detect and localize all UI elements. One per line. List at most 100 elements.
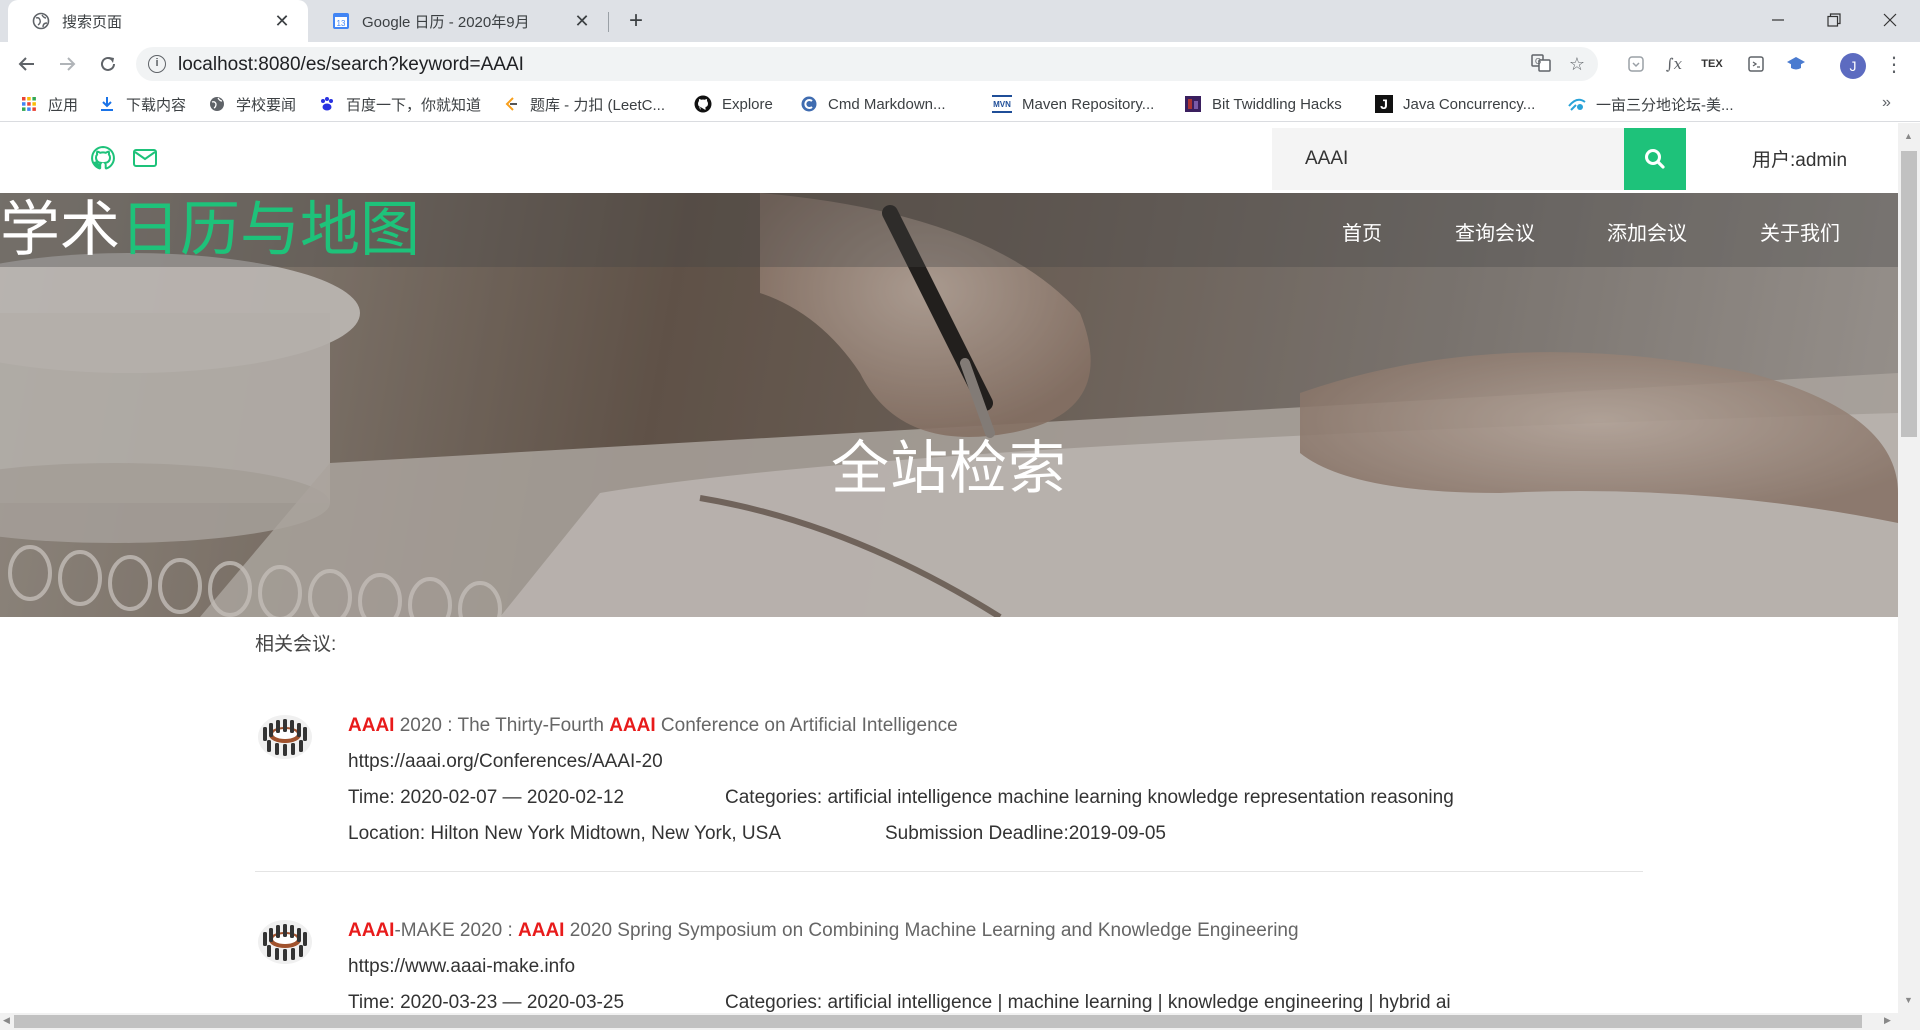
leetcode-icon xyxy=(502,95,520,113)
bookmark-github-explore[interactable]: Explore xyxy=(694,86,773,122)
site-search-button[interactable] xyxy=(1624,128,1686,190)
page-viewport: 用户:admin xyxy=(0,123,1898,1013)
bookmark-label: 百度一下，你就知道 xyxy=(346,96,482,114)
bookmark-java-concurrency[interactable]: J Java Concurrency... xyxy=(1375,86,1535,122)
site-info-icon[interactable]: i xyxy=(148,55,166,73)
bookmark-star-icon[interactable]: ☆ xyxy=(1566,53,1588,75)
nav-add-conference[interactable]: 添加会议 xyxy=(1607,217,1687,246)
keyword-highlight: AAAI xyxy=(518,920,565,941)
tab-search-page[interactable]: 搜索页面 ✕ xyxy=(8,0,308,42)
calendar-icon: 13 xyxy=(332,12,350,30)
extension-code-icon[interactable] xyxy=(1744,52,1768,76)
bookmark-label: 应用 xyxy=(48,96,79,114)
cmd-markdown-icon xyxy=(800,95,818,113)
minimize-button[interactable] xyxy=(1748,0,1808,40)
site-search-input[interactable] xyxy=(1272,128,1624,190)
result-location: Location: Hilton New York Midtown, New Y… xyxy=(348,823,781,844)
logo-text-white: 学术 xyxy=(0,196,120,263)
bookmark-label: Maven Repository... xyxy=(1022,95,1155,113)
bookmark-maven[interactable]: MVN Maven Repository... xyxy=(992,86,1154,122)
translate-icon[interactable]: G xyxy=(1530,53,1552,75)
baidu-paw-icon xyxy=(318,95,336,113)
horizontal-scroll-thumb[interactable] xyxy=(14,1015,1862,1028)
forum-icon xyxy=(1568,95,1586,113)
result-url[interactable]: https://www.aaai-make.info xyxy=(348,956,575,978)
nav-home[interactable]: 首页 xyxy=(1342,217,1382,246)
bookmark-label: Java Concurrency... xyxy=(1403,95,1536,113)
bookmark-label: Bit Twiddling Hacks xyxy=(1212,95,1342,113)
apps-grid-icon xyxy=(20,95,38,113)
profile-avatar[interactable]: J xyxy=(1840,53,1866,79)
tab-divider xyxy=(608,12,609,32)
result-url[interactable]: https://aaai.org/Conferences/AAAI-20 xyxy=(348,751,663,773)
globe-icon xyxy=(32,12,50,30)
title-text: Conference on Artificial Intelligence xyxy=(655,715,958,736)
extension-pocket-icon[interactable] xyxy=(1624,52,1648,76)
scroll-down-arrow-icon[interactable]: ▼ xyxy=(1904,995,1913,1005)
reload-button[interactable] xyxy=(94,50,122,78)
extension-tex-icon[interactable]: TEX xyxy=(1700,52,1724,76)
close-window-button[interactable] xyxy=(1860,0,1920,40)
bookmark-school-news[interactable]: 学校要闻 xyxy=(208,86,296,122)
user-label[interactable]: 用户:admin xyxy=(1752,145,1847,172)
site-logo[interactable]: 学术日历与地图 xyxy=(0,199,420,261)
scroll-left-arrow-icon[interactable]: ◀ xyxy=(3,1015,10,1026)
conference-table-icon xyxy=(258,715,312,759)
address-bar[interactable]: i localhost:8080/es/search?keyword=AAAI … xyxy=(136,47,1598,81)
arrow-left-icon xyxy=(18,57,34,71)
globe-icon xyxy=(208,95,226,113)
bookmarks-bar: 应用 下载内容 学校要闻 百度一下，你就知道 题库 - 力扣 (LeetC...… xyxy=(0,86,1920,122)
bookmark-baidu[interactable]: 百度一下，你就知道 xyxy=(318,86,481,122)
vertical-scroll-thumb[interactable] xyxy=(1901,151,1917,437)
svg-text:G: G xyxy=(1535,57,1541,66)
close-tab-icon[interactable]: ✕ xyxy=(272,11,292,31)
title-text: 2020 : The Thirty-Fourth xyxy=(394,715,610,736)
title-text: -MAKE 2020 : xyxy=(394,920,519,941)
result-categories: Categories: artificial intelligence mach… xyxy=(725,787,1454,808)
nav-about-us[interactable]: 关于我们 xyxy=(1760,217,1840,246)
bookmark-downloads[interactable]: 下载内容 xyxy=(98,86,186,122)
result-title-link[interactable]: AAAI-MAKE 2020 : AAAI 2020 Spring Sympos… xyxy=(348,920,1299,942)
bookmark-apps[interactable]: 应用 xyxy=(20,86,78,122)
vertical-scrollbar[interactable]: ▲ ▼ xyxy=(1898,123,1920,1013)
browser-toolbar: i localhost:8080/es/search?keyword=AAAI … xyxy=(0,42,1920,86)
mail-icon[interactable] xyxy=(132,145,158,171)
close-tab-icon[interactable]: ✕ xyxy=(572,11,592,31)
extension-formula-icon[interactable]: ∫x xyxy=(1662,52,1686,76)
result-categories: Categories: artificial intelligence | ma… xyxy=(725,992,1451,1013)
bookmark-bit-twiddling[interactable]: Bit Twiddling Hacks xyxy=(1184,86,1342,122)
result-deadline: Submission Deadline:2019-09-05 xyxy=(885,823,1166,844)
extension-graduation-icon[interactable] xyxy=(1784,52,1808,76)
title-text: 2020 Spring Symposium on Combining Machi… xyxy=(564,920,1299,941)
bookmark-label: 一亩三分地论坛-美... xyxy=(1596,96,1734,114)
nav-search-conferences[interactable]: 查询会议 xyxy=(1455,217,1535,246)
bookmark-cmd-markdown[interactable]: Cmd Markdown... xyxy=(800,86,946,122)
bookmark-leetcode[interactable]: 题库 - 力扣 (LeetC... xyxy=(502,86,665,122)
reload-icon xyxy=(101,56,115,71)
bookmark-label: Explore xyxy=(722,95,773,113)
bookmark-label: 学校要闻 xyxy=(236,96,297,114)
kebab-menu-icon[interactable]: ⋮ xyxy=(1882,52,1906,76)
search-icon xyxy=(1645,149,1665,169)
github-icon[interactable] xyxy=(90,145,116,171)
maven-icon: MVN xyxy=(992,95,1012,113)
tab-google-calendar[interactable]: 13 Google 日历 - 2020年9月 ✕ xyxy=(308,0,608,42)
scroll-up-arrow-icon[interactable]: ▲ xyxy=(1904,131,1913,141)
back-button[interactable] xyxy=(13,50,41,78)
restore-button[interactable] xyxy=(1804,0,1864,40)
hero-title: 全站检索 xyxy=(830,436,1067,501)
result-time: Time: 2020-02-07 — 2020-02-12 xyxy=(348,787,625,808)
bit-twiddling-icon xyxy=(1184,95,1202,113)
tab-title: 搜索页面 xyxy=(62,13,123,31)
url-text[interactable]: localhost:8080/es/search?keyword=AAAI xyxy=(178,54,524,76)
result-title-link[interactable]: AAAI 2020 : The Thirty-Fourth AAAI Confe… xyxy=(348,715,958,737)
horizontal-scrollbar[interactable]: ◀ ▶ xyxy=(0,1013,1920,1030)
bookmark-label: Cmd Markdown... xyxy=(828,95,946,113)
bookmarks-more-chevron-icon[interactable]: » xyxy=(1882,94,1891,112)
bookmark-forum[interactable]: 一亩三分地论坛-美... xyxy=(1568,86,1734,122)
bookmark-label: 题库 - 力扣 (LeetC... xyxy=(530,96,666,114)
new-tab-button[interactable]: + xyxy=(622,8,650,36)
conference-table-icon xyxy=(258,920,312,964)
scroll-right-arrow-icon[interactable]: ▶ xyxy=(1884,1015,1891,1026)
forward-button[interactable] xyxy=(53,50,81,78)
